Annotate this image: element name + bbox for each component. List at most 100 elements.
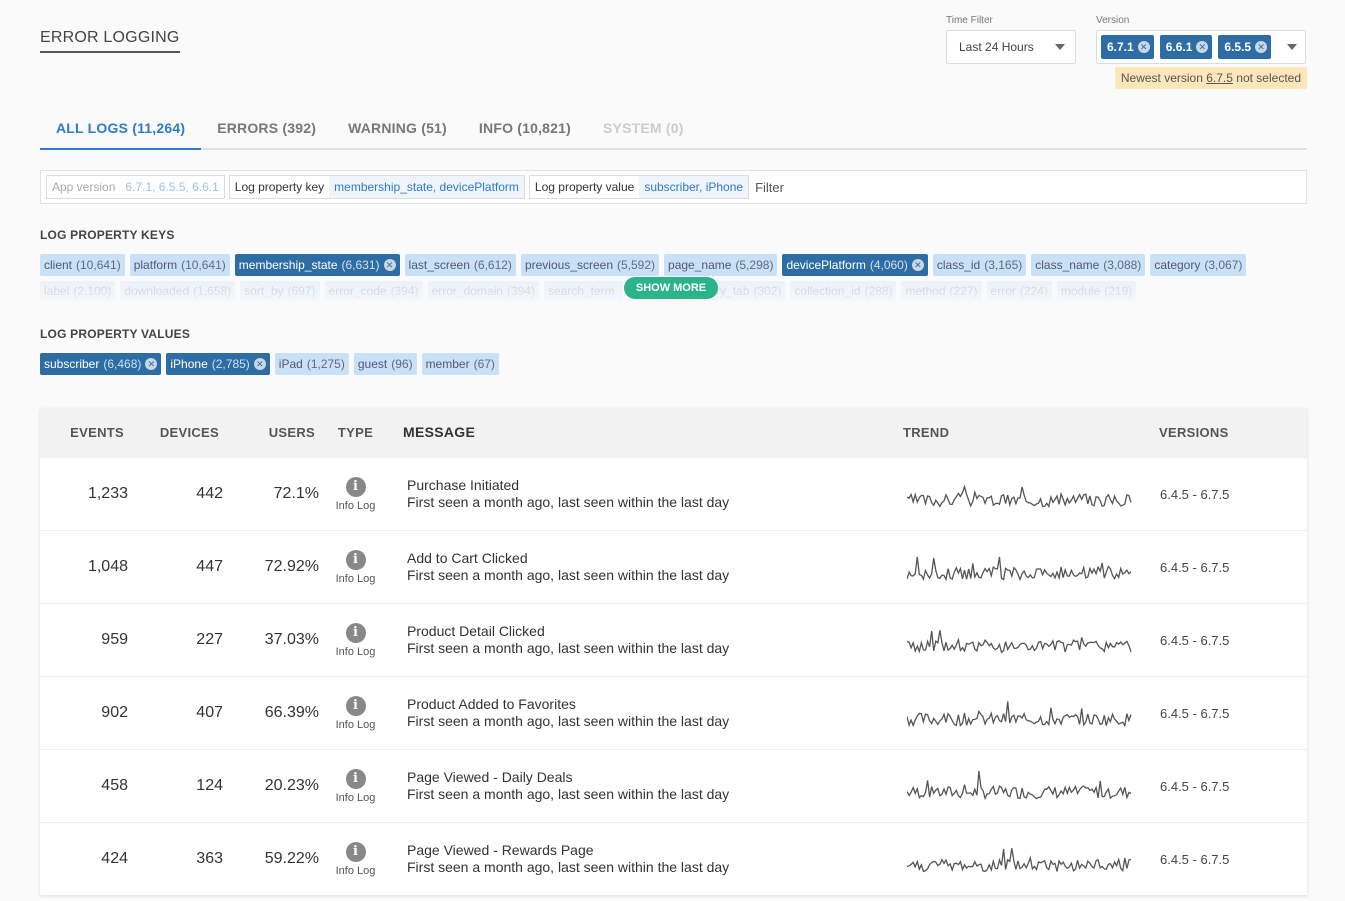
version-filter-group: Version 6.7.1 ✕ 6.6.1 ✕ 6.5.5 ✕ xyxy=(1096,15,1306,64)
property-key-chip[interactable]: last_screen (6,612) xyxy=(404,254,516,276)
col-events[interactable]: EVENTS xyxy=(40,425,128,440)
property-key-chip[interactable]: client (10,641) xyxy=(40,254,125,276)
message-subtitle: First seen a month ago, last seen within… xyxy=(407,494,730,510)
events-count: 959 xyxy=(101,631,128,648)
message-subtitle: First seen a month ago, last seen within… xyxy=(407,786,730,802)
notice-prefix: Newest version xyxy=(1120,71,1207,85)
col-message[interactable]: MESSAGE xyxy=(403,424,903,441)
chip-label: category xyxy=(1154,258,1201,272)
table-row[interactable]: 1,048 447 72.92% i Info Log Add to Cart Click… xyxy=(40,530,1307,603)
property-key-chip[interactable]: page_name (5,298) xyxy=(664,254,778,276)
log-message[interactable]: Product Detail Clicked First seen a month… xyxy=(407,623,907,657)
log-type: i Info Log xyxy=(328,768,383,804)
property-key-chip[interactable]: devicePlatform (4,060) ✕ xyxy=(782,254,928,276)
time-filter-select[interactable]: Last 24 Hours xyxy=(946,30,1076,64)
versions-range: 6.4.5 - 6.7.5 xyxy=(1160,851,1230,867)
log-message[interactable]: Page Viewed - Rewards Page First seen a m… xyxy=(407,842,907,876)
log-type-label: Info Log xyxy=(335,645,376,658)
chip-label: iPad xyxy=(278,357,303,371)
property-value-chip[interactable]: guest (96) xyxy=(353,353,417,375)
chip-label: subscriber xyxy=(44,357,100,371)
log-message[interactable]: Product Added to Favorites First seen a m… xyxy=(407,696,907,730)
property-value-chip[interactable]: subscriber (6,468) ✕ xyxy=(40,353,162,375)
logs-table: EVENTS DEVICES USERS TYPE MESSAGE TREND … xyxy=(40,408,1307,895)
notice-version-link[interactable]: 6.7.5 xyxy=(1206,71,1233,85)
table-row[interactable]: 959 227 37.03% i Info Log Product Detail Clic… xyxy=(40,603,1307,676)
remove-icon[interactable]: ✕ xyxy=(383,259,396,271)
trend-sparkline xyxy=(906,618,1133,662)
table-row[interactable]: 424 363 59.22% i Info Log Page Viewed - Rewar… xyxy=(40,822,1307,895)
property-key-chip[interactable]: platform (10,641) xyxy=(129,254,230,276)
chip-label: devicePlatform xyxy=(786,258,866,272)
tab-errors[interactable]: ERRORS (392) xyxy=(201,108,332,150)
values-heading: LOG PROPERTY VALUES xyxy=(40,327,191,341)
property-value-chip[interactable]: member (67) xyxy=(421,353,499,375)
version-chip[interactable]: 6.6.1 ✕ xyxy=(1159,35,1213,59)
remove-icon[interactable]: ✕ xyxy=(1255,41,1268,53)
trend-sparkline xyxy=(906,837,1133,881)
chip-label: membership_state xyxy=(238,258,338,272)
log-type: i Info Log xyxy=(328,841,383,877)
table-row[interactable]: 458 124 20.23% i Info Log Page Viewed - Daily… xyxy=(40,749,1307,822)
message-title: Page Viewed - Rewards Page xyxy=(407,842,594,858)
chip-count: (4,060) xyxy=(869,258,908,272)
version-chip[interactable]: 6.7.1 ✕ xyxy=(1101,35,1154,59)
log-message[interactable]: Add to Cart Clicked First seen a month ag… xyxy=(407,550,907,584)
tab-info[interactable]: INFO (10,821) xyxy=(463,108,587,150)
log-type: i Info Log xyxy=(328,476,383,512)
info-icon: i xyxy=(345,549,366,570)
message-title: Add to Cart Clicked xyxy=(407,550,528,566)
property-key-chip[interactable]: class_name (3,088) xyxy=(1031,254,1146,276)
chip-count: (6,468) xyxy=(103,357,142,371)
version-chip[interactable]: 6.5.5 ✕ xyxy=(1218,35,1272,59)
filter-token-property-value[interactable]: Log property value subscriber, iPhone xyxy=(528,175,750,199)
chip-label: member xyxy=(425,357,470,371)
time-filter-group: Time Filter Last 24 Hours xyxy=(946,15,1076,64)
chevron-down-icon[interactable] xyxy=(1287,44,1297,50)
table-row[interactable]: 1,233 442 72.1% i Info Log Purchase Initiated… xyxy=(40,457,1307,530)
log-message[interactable]: Page Viewed - Daily Deals First seen a mo… xyxy=(407,769,907,803)
remove-icon[interactable]: ✕ xyxy=(1196,41,1209,53)
filter-bar[interactable]: App version 6.7.1, 6.5.5, 6.6.1 Log prop… xyxy=(40,170,1307,204)
property-value-chip[interactable]: iPad (1,275) xyxy=(274,353,349,375)
remove-icon[interactable]: ✕ xyxy=(1137,41,1150,53)
version-select[interactable]: 6.7.1 ✕ 6.6.1 ✕ 6.5.5 ✕ xyxy=(1096,30,1306,64)
tab-warning[interactable]: WARNING (51) xyxy=(332,108,463,150)
devices-count: 363 xyxy=(196,850,223,867)
col-type[interactable]: TYPE xyxy=(328,425,383,440)
version-chip-label: 6.5.5 xyxy=(1224,40,1252,54)
remove-icon[interactable]: ✕ xyxy=(145,358,158,370)
filter-token-key: Log property value xyxy=(529,176,640,198)
property-key-chip[interactable]: class_id (3,165) xyxy=(932,254,1027,276)
property-key-chip[interactable]: membership_state (6,631) ✕ xyxy=(234,254,400,276)
col-versions[interactable]: VERSIONS xyxy=(1159,425,1229,440)
message-title: Page Viewed - Daily Deals xyxy=(407,769,573,785)
property-value-chip[interactable]: iPhone (2,785) ✕ xyxy=(166,353,270,375)
log-message[interactable]: Purchase Initiated First seen a month ago… xyxy=(407,477,907,511)
remove-icon[interactable]: ✕ xyxy=(253,358,266,370)
users-percent: 72.92% xyxy=(264,558,319,575)
info-icon: i xyxy=(345,476,366,497)
chip-label: guest xyxy=(357,357,388,371)
property-key-chip[interactable]: category (3,067) xyxy=(1150,254,1247,276)
show-more-button[interactable]: SHOW MORE xyxy=(624,277,718,299)
chip-count: (5,298) xyxy=(735,258,774,272)
col-trend[interactable]: TREND xyxy=(903,425,1129,440)
property-key-chip[interactable]: previous_screen (5,592) xyxy=(520,254,660,276)
filter-input[interactable]: Filter xyxy=(753,180,784,195)
filter-token-value: 6.7.1, 6.5.5, 6.6.1 xyxy=(120,176,224,198)
log-tabs: ALL LOGS (11,264) ERRORS (392) WARNING (… xyxy=(40,108,1307,150)
info-icon: i xyxy=(345,768,366,789)
versions-range: 6.4.5 - 6.7.5 xyxy=(1160,705,1230,721)
chip-count: (3,165) xyxy=(984,258,1023,272)
filter-token-app-version[interactable]: App version 6.7.1, 6.5.5, 6.6.1 xyxy=(46,175,225,199)
message-title: Product Added to Favorites xyxy=(407,696,576,712)
remove-icon[interactable]: ✕ xyxy=(911,259,924,271)
col-users[interactable]: USERS xyxy=(223,425,319,440)
devices-count: 124 xyxy=(196,777,223,794)
tab-all-logs[interactable]: ALL LOGS (11,264) xyxy=(40,108,202,150)
col-devices[interactable]: DEVICES xyxy=(128,425,223,440)
table-row[interactable]: 902 407 66.39% i Info Log Product Added to Fa… xyxy=(40,676,1307,749)
filter-token-property-key[interactable]: Log property key membership_state, devic… xyxy=(228,175,525,199)
message-subtitle: First seen a month ago, last seen within… xyxy=(407,713,730,729)
